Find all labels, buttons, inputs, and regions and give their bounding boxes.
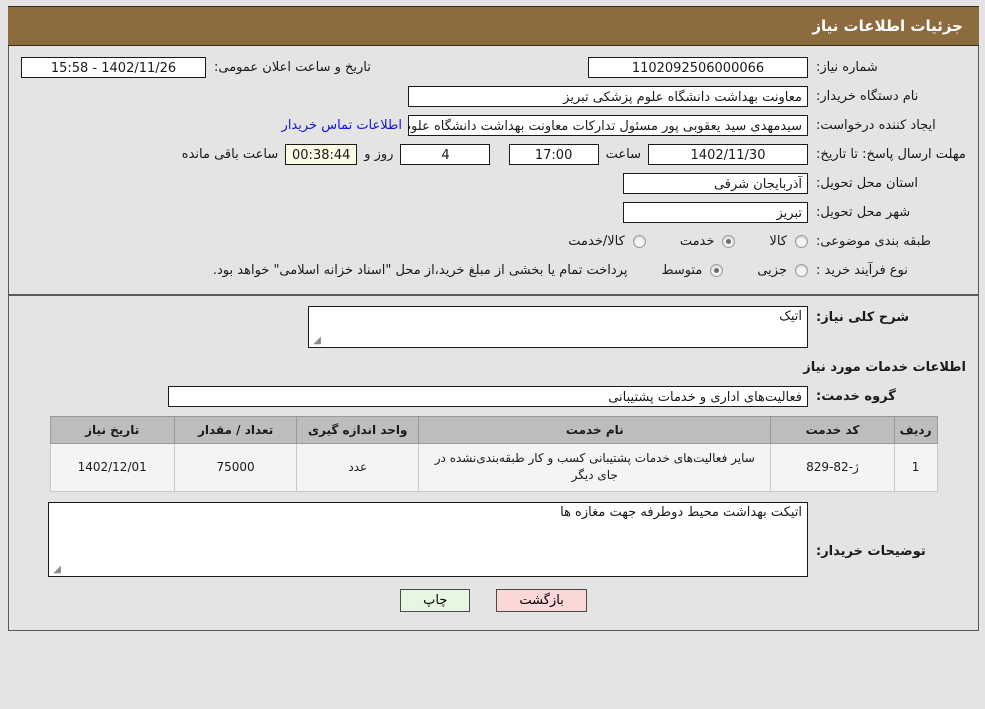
category-option-kala-khedmat-label: کالا/خدمت <box>568 234 625 249</box>
deadline-date-value: 1402/11/30 <box>648 144 808 165</box>
th-radif: ردیف <box>893 416 938 444</box>
hour-label: ساعت <box>605 147 641 162</box>
countdown-timer: 00:38:44 <box>285 144 358 165</box>
page-title: جزئیات اطلاعات نیاز <box>812 17 963 35</box>
radio-icon-khedmat[interactable] <box>722 235 736 248</box>
table-header-row: ردیف کد خدمت نام خدمت واحد اندازه گیری ت… <box>49 416 938 444</box>
th-name: نام خدمت <box>418 416 772 444</box>
services-table-wrapper: ردیف کد خدمت نام خدمت واحد اندازه گیری ت… <box>21 416 966 492</box>
category-option-khedmat[interactable]: خدمت <box>680 234 736 249</box>
buyer-org-label: نام دستگاه خریدار: <box>816 89 919 104</box>
service-group-label: گروه خدمت: <box>816 389 896 404</box>
need-details-panel: شرح کلی نیاز: اتیک ◢ اطلاعات خدمات مورد … <box>8 295 979 631</box>
process-label: نوع فرآیند خرید : <box>816 263 908 278</box>
resize-grip-icon[interactable]: ◢ <box>312 336 321 346</box>
province-label: استان محل تحویل: <box>816 176 918 191</box>
buyer-org-value: معاونت بهداشت دانشگاه علوم پزشکی تبریز <box>408 86 808 107</box>
buyer-notes-value: اتیکت بهداشت محیط دوطرفه جهت مغازه ها <box>560 504 802 520</box>
row-buyer-org: نام دستگاه خریدار: معاونت بهداشت دانشگاه… <box>21 85 966 108</box>
row-creator: ایجاد کننده درخواست: سیدمهدی سید یعقوبی … <box>21 114 966 137</box>
buyer-notes-textarea[interactable]: اتیکت بهداشت محیط دوطرفه جهت مغازه ها ◢ <box>48 501 808 577</box>
page-header: جزئیات اطلاعات نیاز <box>8 6 979 46</box>
process-option-jozei-label: جزیی <box>757 263 787 278</box>
payment-note: پرداخت تمام یا بخشی از مبلغ خرید،از محل … <box>212 263 628 278</box>
days-remaining-value: 4 <box>400 144 491 165</box>
services-section-title: اطلاعات خدمات مورد نیاز <box>803 360 966 375</box>
need-info-panel: شماره نیاز: 1102092506000066 تاریخ و ساع… <box>8 46 979 295</box>
deadline-label: مهلت ارسال پاسخ: تا تاریخ: <box>816 147 966 162</box>
creator-label: ایجاد کننده درخواست: <box>816 118 936 133</box>
category-option-kala[interactable]: کالا <box>769 234 808 249</box>
need-number-label: شماره نیاز: <box>816 60 878 75</box>
th-code: کد خدمت <box>770 416 895 444</box>
cell-unit: عدد <box>296 443 420 492</box>
summary-textarea[interactable]: اتیک ◢ <box>308 306 808 348</box>
resize-grip-icon-2[interactable]: ◢ <box>52 564 61 574</box>
creator-value: سیدمهدی سید یعقوبی پور مسئول تدارکات معا… <box>408 115 808 136</box>
row-need-number: شماره نیاز: 1102092506000066 تاریخ و ساع… <box>21 56 966 79</box>
print-button[interactable]: چاپ <box>400 588 471 612</box>
buyer-notes-label: توضیحات خریدار: <box>816 543 926 559</box>
radio-icon-kala-khedmat[interactable] <box>632 235 646 248</box>
process-option-motevaset-label: متوسط <box>661 263 703 278</box>
cell-code: ژ-82-829 <box>770 443 895 492</box>
summary-value: اتیک <box>779 309 802 324</box>
radio-icon-motevaset[interactable] <box>710 264 724 277</box>
category-radio-group: کالا خدمت کالا/خدمت <box>534 234 808 249</box>
row-category: طبقه بندی موضوعی: کالا خدمت کالا/خدمت <box>21 230 966 253</box>
row-service-group: گروه خدمت: فعالیت‌های اداری و خدمات پشتی… <box>21 385 966 408</box>
th-unit: واحد اندازه گیری <box>296 416 420 444</box>
days-word-label: روز و <box>364 147 394 162</box>
announce-label: تاریخ و ساعت اعلان عمومی: <box>214 60 371 75</box>
city-label: شهر محل تحویل: <box>816 205 911 220</box>
action-button-bar: بازگشت چاپ <box>21 577 966 620</box>
city-value: تبریز <box>623 202 808 223</box>
category-option-kala-label: کالا <box>769 234 787 249</box>
row-city: شهر محل تحویل: تبریز <box>21 201 966 224</box>
process-option-jozei[interactable]: جزیی <box>757 263 808 278</box>
row-buyer-notes: توضیحات خریدار: اتیکت بهداشت محیط دوطرفه… <box>21 501 966 577</box>
category-option-kala-khedmat[interactable]: کالا/خدمت <box>568 234 646 249</box>
process-radio-group: جزیی متوسط <box>627 263 808 278</box>
services-table: ردیف کد خدمت نام خدمت واحد اندازه گیری ت… <box>49 416 938 492</box>
need-number-value: 1102092506000066 <box>588 57 808 78</box>
cell-date: 1402/12/01 <box>49 443 175 492</box>
summary-label: شرح کلی نیاز: <box>816 310 910 325</box>
cell-name: سایر فعالیت‌های خدمات پشتیبانی کسب و کار… <box>418 443 772 492</box>
table-row: 1 ژ-82-829 سایر فعالیت‌های خدمات پشتیبان… <box>49 443 938 492</box>
service-group-value: فعالیت‌های اداری و خدمات پشتیبانی <box>168 386 808 407</box>
row-summary: شرح کلی نیاز: اتیک ◢ <box>21 306 966 348</box>
gap-1 <box>490 147 508 162</box>
category-label: طبقه بندی موضوعی: <box>816 234 932 249</box>
page-root: جزئیات اطلاعات نیاز شماره نیاز: 11020925… <box>2 6 985 707</box>
process-option-motevaset[interactable]: متوسط <box>661 263 724 278</box>
row-deadline: مهلت ارسال پاسخ: تا تاریخ: 1402/11/30 سا… <box>21 143 966 166</box>
services-table-body: 1 ژ-82-829 سایر فعالیت‌های خدمات پشتیبان… <box>49 443 938 492</box>
radio-icon-jozei[interactable] <box>795 264 808 277</box>
services-table-head: ردیف کد خدمت نام خدمت واحد اندازه گیری ت… <box>49 416 938 444</box>
row-province: استان محل تحویل: آذربایجان شرقی <box>21 172 966 195</box>
cell-qty: 75000 <box>173 443 298 492</box>
deadline-hour-value: 17:00 <box>508 144 599 165</box>
province-value: آذربایجان شرقی <box>623 173 808 194</box>
announce-value: 1402/11/26 - 15:58 <box>21 57 206 78</box>
remaining-suffix-label: ساعت باقی مانده <box>181 147 279 162</box>
th-qty: تعداد / مقدار <box>173 416 298 444</box>
radio-icon-kala[interactable] <box>795 235 808 248</box>
buyer-contact-link[interactable]: اطلاعات تماس خریدار <box>276 118 408 133</box>
back-button[interactable]: بازگشت <box>496 588 587 612</box>
cell-radif: 1 <box>893 443 938 492</box>
th-date: تاریخ نیاز <box>49 416 175 444</box>
row-process: نوع فرآیند خرید : جزیی متوسط پرداخت تمام… <box>21 259 966 282</box>
category-option-khedmat-label: خدمت <box>679 234 715 249</box>
